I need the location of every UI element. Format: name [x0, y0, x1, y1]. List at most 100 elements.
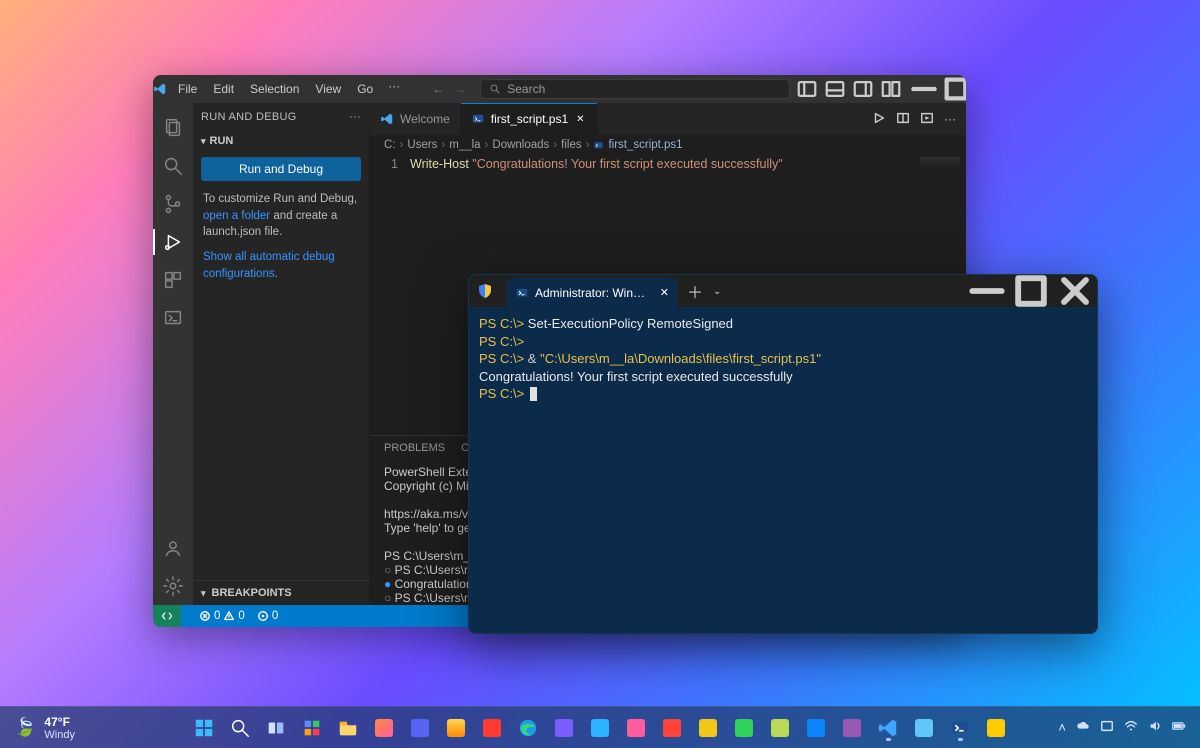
taskbar-app-icon[interactable] [656, 712, 688, 744]
nav-back-icon[interactable]: ← [432, 82, 444, 96]
run-and-debug-button[interactable]: Run and Debug [201, 157, 361, 181]
weather-icon: 🍃 [14, 717, 36, 738]
taskbar-pinned-apps [188, 712, 1012, 744]
tray-chevron-up-icon[interactable]: ˄ [1058, 720, 1066, 735]
taskbar-taskview-icon[interactable] [260, 712, 292, 744]
side-section-breakpoints[interactable]: ▾ BREAKPOINTS [193, 580, 369, 605]
taskbar-edge-icon[interactable] [512, 712, 544, 744]
taskbar-app-icon[interactable] [620, 712, 652, 744]
terminal-titlebar: Administrator: Windows Powe ✕ ＋ ⌄ [469, 275, 1097, 307]
activity-search-icon[interactable] [153, 147, 193, 185]
terminal-body[interactable]: PS C:\> Set-ExecutionPolicy RemoteSigned… [469, 307, 1097, 411]
tab-dropdown-icon[interactable]: ⌄ [713, 286, 721, 297]
taskbar-system-tray[interactable]: ˄ [1044, 719, 1200, 736]
side-title: RUN AND DEBUG [201, 111, 297, 123]
activity-run-debug-icon[interactable] [153, 223, 193, 261]
command-center[interactable]: Search [480, 79, 790, 99]
status-errors[interactable]: 0 0 [199, 610, 245, 622]
side-more-icon[interactable]: ··· [349, 111, 361, 123]
taskbar-app-icon[interactable] [764, 712, 796, 744]
new-tab-button[interactable]: ＋ [687, 279, 703, 303]
layout-sidebar-right-icon[interactable] [852, 78, 874, 100]
tab-welcome[interactable]: Welcome [370, 103, 461, 135]
auto-debug-link[interactable]: Show all automatic debug configurations [203, 251, 335, 280]
tray-wifi-icon[interactable] [1124, 719, 1138, 736]
taskbar: 🍃 47°F Windy ˄ [0, 706, 1200, 748]
uac-shield-icon [477, 283, 493, 299]
activity-powershell-icon[interactable] [153, 299, 193, 337]
status-ports[interactable]: 0 [257, 610, 278, 622]
activity-explorer-icon[interactable] [153, 109, 193, 147]
status-remote-icon[interactable] [153, 605, 181, 627]
nav-forward-icon[interactable]: → [454, 82, 466, 96]
taskbar-app-icon[interactable] [980, 712, 1012, 744]
window-maximize-button[interactable] [940, 75, 966, 103]
side-section-run[interactable]: ▾ RUN [193, 131, 369, 151]
tray-battery-icon[interactable] [1172, 719, 1186, 736]
menu-go[interactable]: Go [350, 79, 380, 99]
window-close-button[interactable] [1053, 275, 1097, 307]
run-debug-panel: RUN AND DEBUG ··· ▾ RUN Run and Debug To… [193, 103, 370, 605]
vscode-icon [380, 112, 394, 126]
minimap[interactable] [920, 157, 960, 169]
customize-layout-icon[interactable] [880, 78, 902, 100]
layout-panel-icon[interactable] [824, 78, 846, 100]
editor-more-icon[interactable]: ··· [944, 112, 956, 126]
activity-source-control-icon[interactable] [153, 185, 193, 223]
split-editor-icon[interactable] [896, 111, 910, 128]
taskbar-widgets-icon[interactable] [296, 712, 328, 744]
tab-close-icon[interactable]: ✕ [660, 286, 669, 299]
layout-sidebar-left-icon[interactable] [796, 78, 818, 100]
vscode-menu: File Edit Selection View Go ··· [171, 79, 406, 99]
menu-more-icon[interactable]: ··· [382, 79, 406, 99]
vscode-titlebar: File Edit Selection View Go ··· ← → Sear… [153, 75, 966, 103]
taskbar-app-icon[interactable] [404, 712, 436, 744]
taskbar-app-icon[interactable] [584, 712, 616, 744]
activity-extensions-icon[interactable] [153, 261, 193, 299]
breadcrumb[interactable]: C:› Users› m__la› Downloads› files› firs… [370, 135, 966, 155]
activity-accounts-icon[interactable] [153, 529, 193, 567]
tab-close-icon[interactable]: ✕ [574, 114, 586, 125]
vscode-nav: ← → [432, 82, 466, 96]
taskbar-app-icon[interactable] [728, 712, 760, 744]
powershell-file-icon [471, 112, 485, 126]
taskbar-app-icon[interactable] [476, 712, 508, 744]
taskbar-vscode-icon[interactable] [872, 712, 904, 744]
tray-onedrive-icon[interactable] [1076, 719, 1090, 736]
taskbar-app-icon[interactable] [908, 712, 940, 744]
tray-language-icon[interactable] [1100, 719, 1114, 736]
run-menu-icon[interactable] [920, 111, 934, 128]
run-file-icon[interactable] [872, 111, 886, 128]
taskbar-app-icon[interactable] [692, 712, 724, 744]
tray-volume-icon[interactable] [1148, 719, 1162, 736]
taskbar-explorer-icon[interactable] [332, 712, 364, 744]
taskbar-search-icon[interactable] [224, 712, 256, 744]
search-placeholder: Search [507, 82, 545, 96]
side-help-text: To customize Run and Debug, open a folde… [193, 189, 369, 247]
taskbar-app-icon[interactable] [548, 712, 580, 744]
search-icon [489, 83, 501, 95]
powershell-icon [515, 286, 529, 300]
taskbar-app-icon[interactable] [800, 712, 832, 744]
tab-first-script[interactable]: first_script.ps1 ✕ [461, 103, 598, 135]
menu-file[interactable]: File [171, 79, 204, 99]
line-number: 1 [370, 155, 410, 435]
window-minimize-button[interactable] [965, 275, 1009, 307]
window-minimize-button[interactable] [908, 75, 940, 103]
vscode-logo-icon [153, 82, 167, 96]
taskbar-app-icon[interactable] [440, 712, 472, 744]
windows-terminal-window: Administrator: Windows Powe ✕ ＋ ⌄ PS C:\… [468, 274, 1098, 634]
taskbar-app-icon[interactable] [836, 712, 868, 744]
menu-view[interactable]: View [308, 79, 348, 99]
start-button[interactable] [188, 712, 220, 744]
taskbar-app-icon[interactable] [368, 712, 400, 744]
menu-selection[interactable]: Selection [243, 79, 306, 99]
window-maximize-button[interactable] [1009, 275, 1053, 307]
panel-tab-problems[interactable]: PROBLEMS [384, 442, 445, 459]
taskbar-weather[interactable]: 🍃 47°F Windy [0, 715, 89, 741]
menu-edit[interactable]: Edit [206, 79, 241, 99]
terminal-tab[interactable]: Administrator: Windows Powe ✕ [507, 278, 677, 307]
activity-settings-icon[interactable] [153, 567, 193, 605]
open-folder-link[interactable]: open a folder [203, 210, 270, 222]
taskbar-terminal-icon[interactable] [944, 712, 976, 744]
